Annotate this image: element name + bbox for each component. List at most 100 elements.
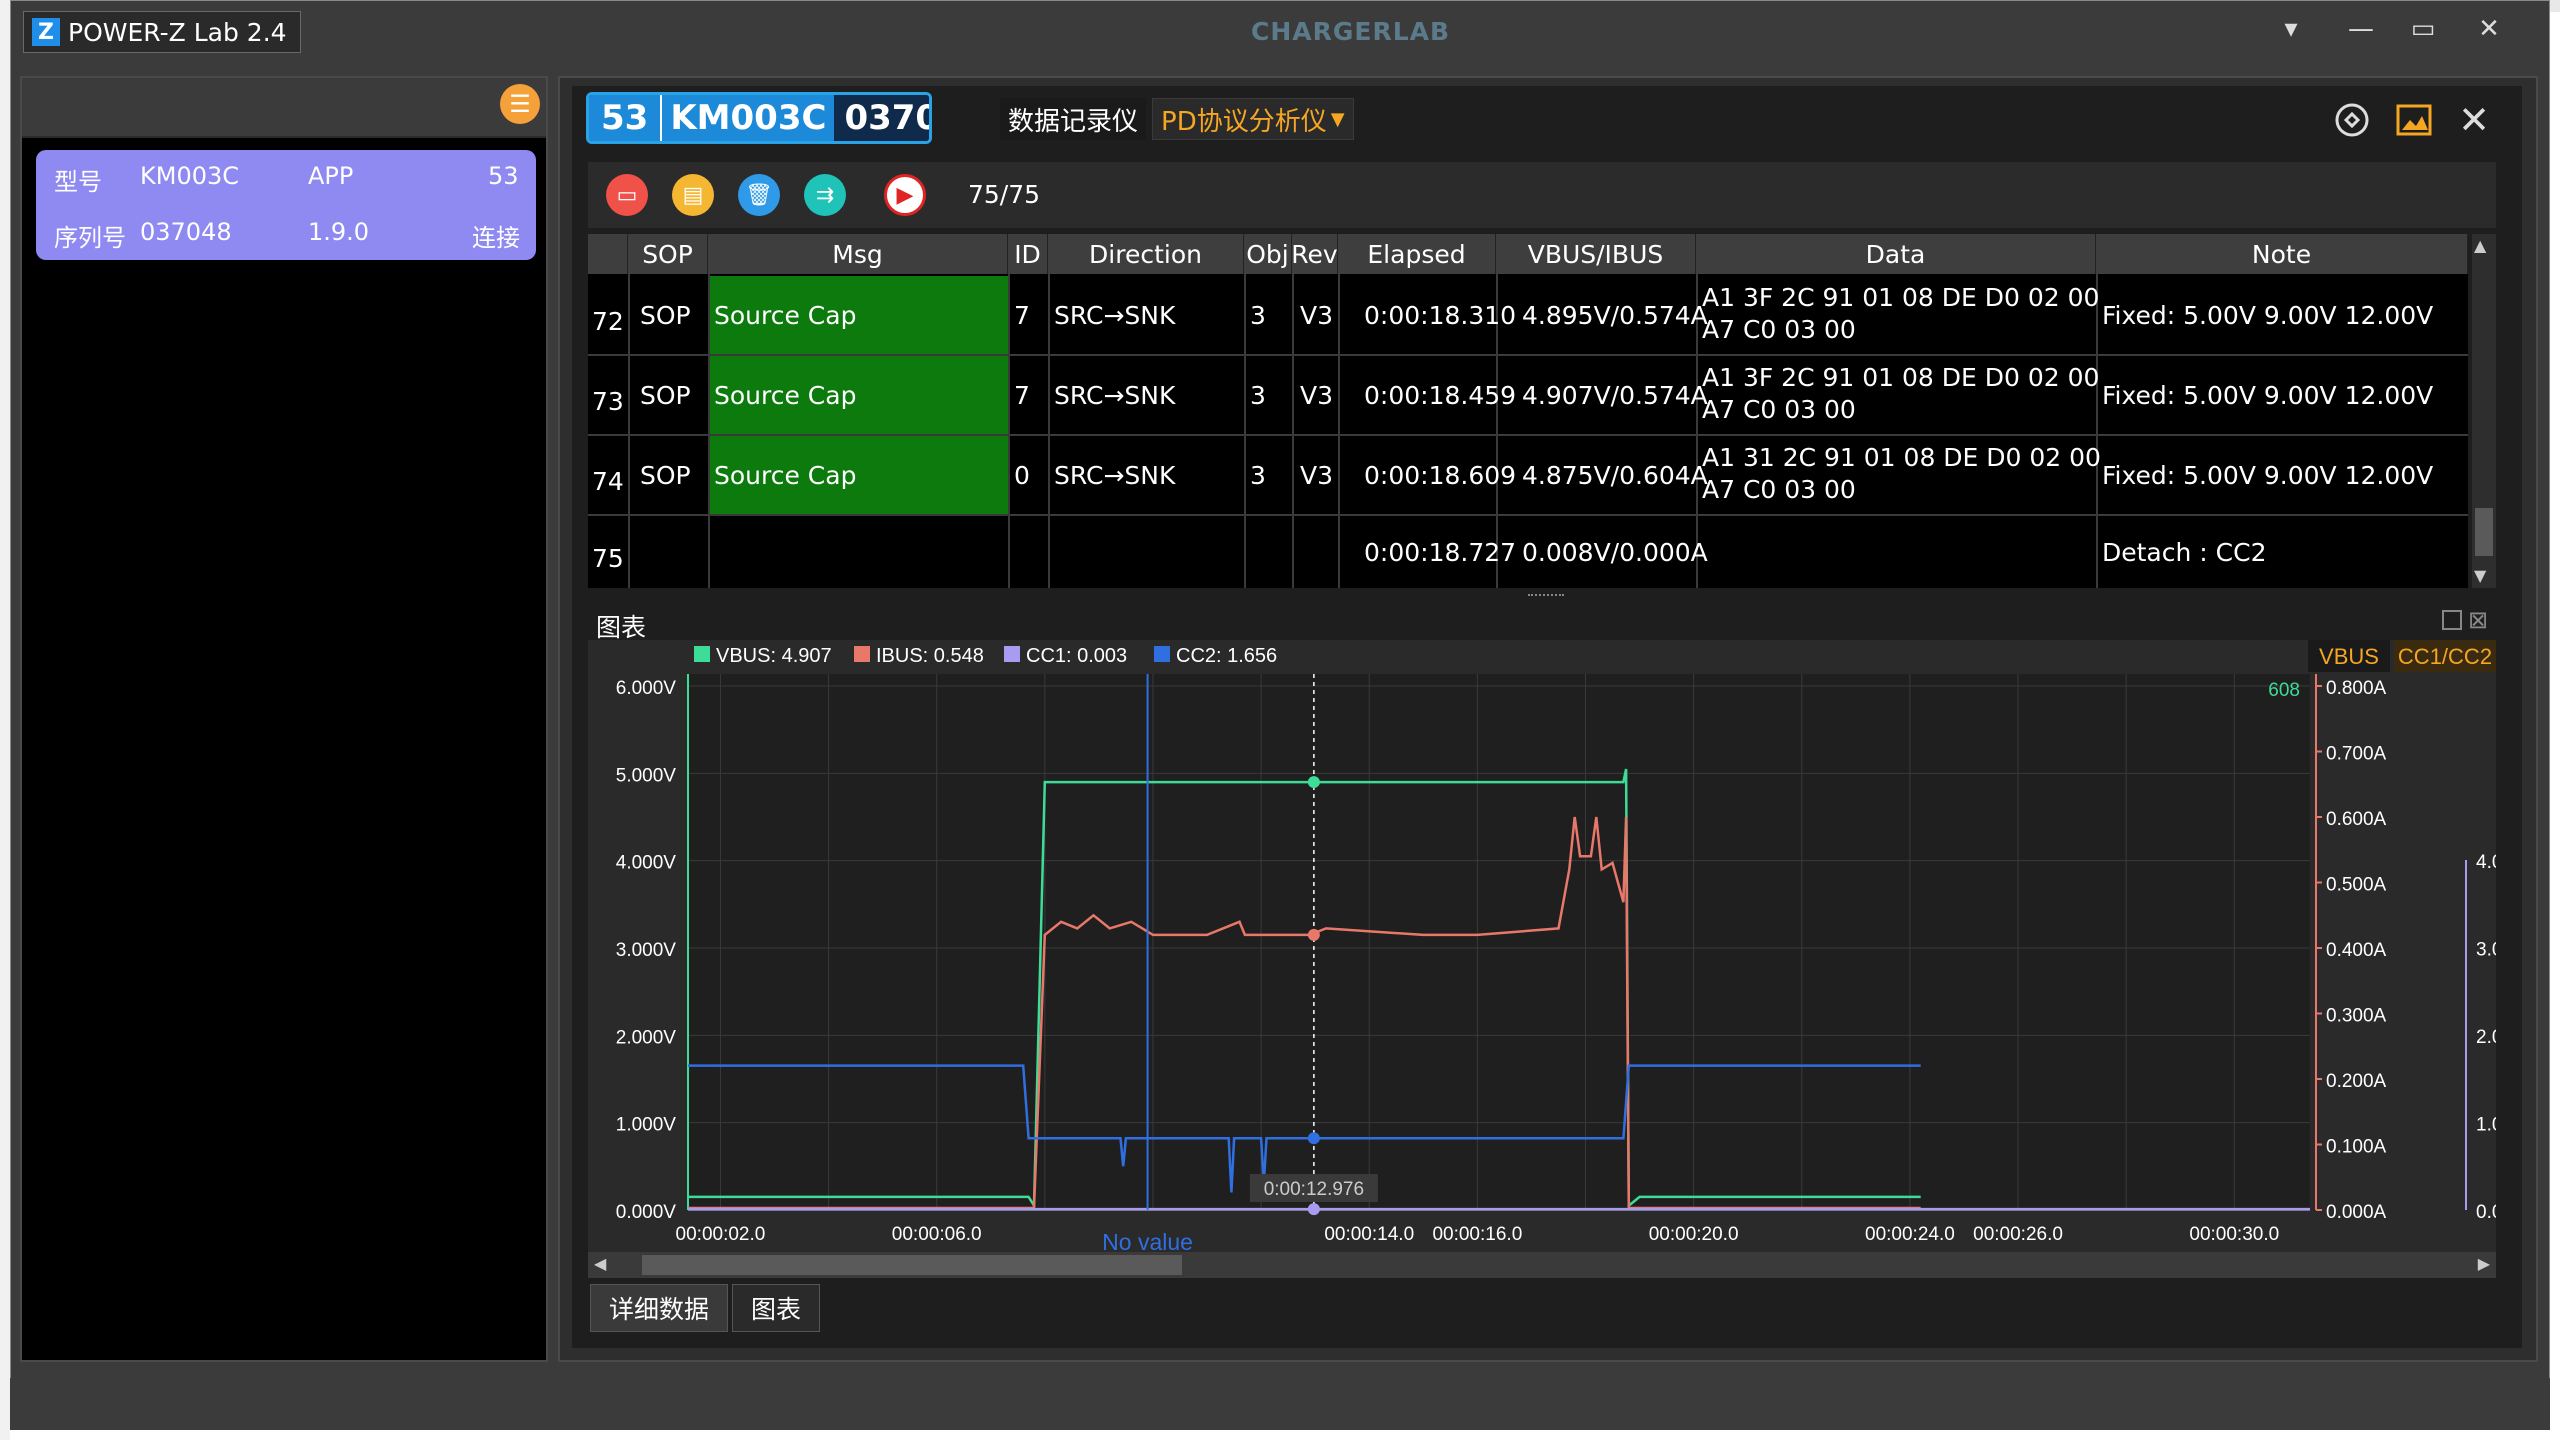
table-cell-note: Fixed: 5.00V 9.00V 12.00V — [2102, 300, 2434, 330]
legend-label-cc2: CC2: 1.656 — [1176, 645, 1277, 667]
hscroll-thumb[interactable] — [642, 1255, 1182, 1275]
table-cell-idx: 73 — [592, 386, 624, 416]
table-cell-sop: SOP — [640, 380, 691, 410]
header-id[interactable]: ID — [1008, 234, 1048, 274]
table-cell-sop: SOP — [640, 460, 691, 490]
serial-label: 序列号 — [54, 224, 126, 252]
tab-data-logger[interactable]: 数据记录仪 — [1000, 98, 1147, 140]
scroll-left-icon[interactable]: ◀ — [594, 1254, 606, 1273]
table-cell-id: 0 — [1014, 460, 1030, 490]
cursor-time-label: 0:00:12.976 — [1264, 1179, 1364, 1200]
table-cell-vbus-ibus: 4.875V/0.604A — [1522, 460, 1708, 490]
device-card[interactable]: 型号 KM003C APP 53 序列号 037048 1.9.0 连接 — [36, 150, 536, 260]
legend-swatch-vbus — [694, 646, 710, 662]
table-cell-data: A7 C0 03 00 — [1702, 394, 1856, 424]
y-right-tick-label: 0.100A — [2326, 1137, 2387, 1158]
scroll-thumb[interactable] — [2475, 508, 2493, 556]
scroll-up-icon[interactable]: ▲ — [2474, 236, 2486, 255]
x-tick-label: 00:00:20.0 — [1649, 1224, 1739, 1245]
settings-icon[interactable] — [2330, 98, 2374, 142]
table-cell-id: 7 — [1014, 300, 1030, 330]
x-tick-label: 00:00:30.0 — [2189, 1224, 2279, 1245]
tab-data-logger-label: 数据记录仪 — [1008, 106, 1139, 137]
table-cell-data: A1 3F 2C 91 01 08 DE D0 02 00 — [1702, 362, 2100, 392]
header-elapsed[interactable]: Elapsed — [1338, 234, 1496, 274]
header-direction[interactable]: Direction — [1048, 234, 1244, 274]
grip-handle[interactable] — [1528, 594, 1564, 598]
header-note[interactable]: Note — [2096, 234, 2468, 274]
table-cell-msg: Source Cap — [714, 380, 857, 410]
x-tick-label: 00:00:14.0 — [1324, 1224, 1414, 1245]
y-right-tick-label: 0.400A — [2326, 940, 2387, 961]
header-rev[interactable]: Rev — [1291, 234, 1338, 274]
delete-icon[interactable]: 🗑 — [738, 174, 780, 216]
chart-area[interactable]: 6.000V 5.000V 4.000V 3.000V 2.000V 1.000V 0.00… — [588, 640, 2496, 1254]
table-cell-idx: 72 — [592, 306, 624, 336]
table-cell-vbus-ibus: 4.907V/0.574A — [1522, 380, 1708, 410]
table-cell-msg: Source Cap — [714, 300, 857, 330]
minimize-icon[interactable]: — — [2341, 13, 2381, 45]
tab-chart-label: 图表 — [751, 1295, 802, 1324]
table-vertical-scrollbar[interactable]: ▲ ▼ — [2472, 234, 2496, 588]
cursor-point-ibus — [1307, 928, 1320, 941]
maximize-icon[interactable]: ▭ — [2403, 13, 2443, 45]
close-window-icon[interactable]: ✕ — [2469, 13, 2509, 45]
y-left-tick-label: 6.000V — [616, 678, 677, 699]
device-list-panel: ☰ 型号 KM003C APP 53 序列号 037048 1.9.0 连接 — [20, 76, 548, 1362]
device-tag-serial: 037048 — [834, 95, 929, 141]
popout-icon[interactable] — [2442, 610, 2462, 630]
y-cc-tick-label: 0.00V — [2476, 1202, 2496, 1223]
record-play-icon[interactable]: ▶ — [884, 174, 926, 216]
scroll-right-icon[interactable]: ▶ — [2478, 1254, 2490, 1273]
table-cell-idx: 75 — [592, 543, 624, 573]
tab-chart[interactable]: 图表 — [732, 1284, 821, 1332]
y-right-tick-label: 0.000A — [2326, 1202, 2387, 1223]
no-value-label: No value — [1102, 1229, 1193, 1254]
connect-status[interactable]: 连接 — [472, 218, 520, 253]
table-cell-obj — [1250, 516, 1290, 588]
tab-pd-analyzer-label: PD协议分析仪 — [1161, 106, 1327, 137]
header-index — [588, 234, 628, 274]
y-right-tick-label: 0.800A — [2326, 678, 2387, 699]
header-sop[interactable]: SOP — [628, 234, 708, 274]
header-data[interactable]: Data — [1696, 234, 2096, 274]
table-cell-id — [1014, 516, 1044, 588]
table-cell-note: Fixed: 5.00V 9.00V 12.00V — [2102, 380, 2434, 410]
close-panel-icon[interactable]: ✕ — [2452, 98, 2496, 142]
background-window-edge — [0, 0, 10, 1440]
split-icon[interactable]: ⇉ — [804, 174, 846, 216]
table-cell-elapsed: 0:00:18.310 — [1364, 300, 1517, 330]
table-cell-data: A7 C0 03 00 — [1702, 314, 1856, 344]
header-vbus-ibus[interactable]: VBUS/IBUS — [1496, 234, 1696, 274]
table-cell-rev: V3 — [1300, 380, 1334, 410]
device-tag: 53 KM003C 037048 — [586, 92, 932, 144]
app-label: APP — [308, 162, 354, 190]
open-file-icon[interactable]: ▭ — [606, 174, 648, 216]
legend-swatch-cc2 — [1154, 646, 1170, 662]
table-cell-direction: SRC→SNK — [1054, 460, 1176, 490]
y-right-tick-label: 0.600A — [2326, 809, 2387, 830]
chart-horizontal-scrollbar[interactable]: ◀ ▶ — [588, 1252, 2496, 1278]
legend-label-cc1: CC1: 0.003 — [1026, 645, 1127, 667]
table-cell-obj: 3 — [1250, 380, 1266, 410]
table-cell-vbus-ibus: 4.895V/0.574A — [1522, 300, 1708, 330]
save-icon[interactable]: ▤ — [672, 174, 714, 216]
image-export-icon[interactable] — [2392, 98, 2436, 142]
close-chart-icon[interactable]: ⊠ — [2468, 606, 2488, 634]
table-cell-rev — [1300, 516, 1336, 588]
scroll-down-icon[interactable]: ▼ — [2474, 566, 2486, 585]
app-title-tab[interactable]: Z POWER-Z Lab 2.4 — [23, 11, 301, 53]
device-list-toolbar: ☰ — [22, 78, 546, 138]
table-cell-direction — [1054, 516, 1240, 588]
table-cell-id: 7 — [1014, 380, 1030, 410]
header-obj[interactable]: Obj — [1244, 234, 1292, 274]
device-tag-model: KM003C — [662, 95, 835, 141]
chart-svg[interactable]: 6.000V 5.000V 4.000V 3.000V 2.000V 1.000V 0.00… — [588, 640, 2496, 1254]
y-right-tick-label: 0.500A — [2326, 875, 2387, 896]
list-menu-icon[interactable]: ☰ — [500, 84, 540, 124]
menu-dropdown-icon[interactable]: ▾ — [2271, 13, 2311, 45]
y-right-tick-label: 0.700A — [2326, 744, 2387, 765]
header-msg[interactable]: Msg — [708, 234, 1008, 274]
tab-pd-analyzer[interactable]: PD协议分析仪 ▼ — [1152, 98, 1354, 140]
tab-detail-data[interactable]: 详细数据 — [590, 1284, 729, 1332]
